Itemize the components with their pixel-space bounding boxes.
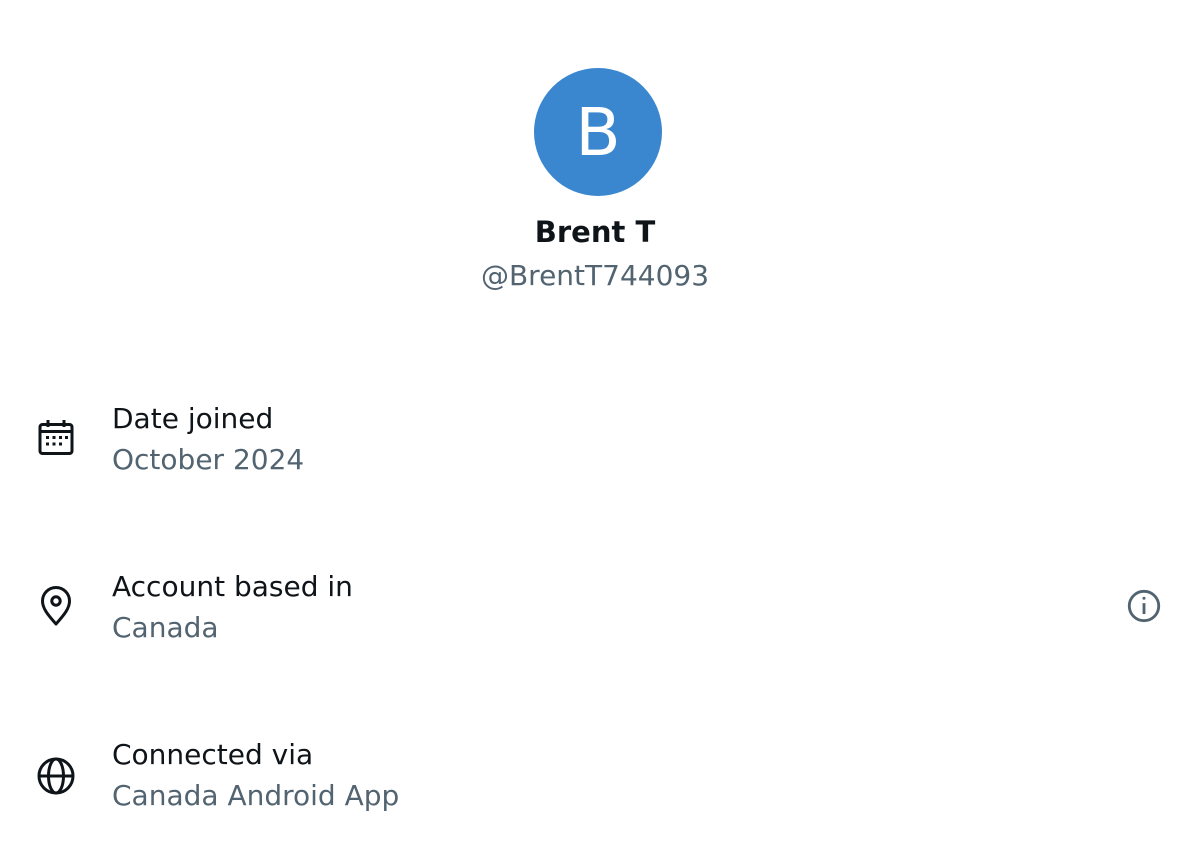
avatar-initial: B	[575, 94, 621, 171]
row-value: Canada Android App	[112, 779, 400, 812]
row-value: Canada	[112, 611, 219, 644]
globe-icon	[34, 754, 78, 798]
calendar-icon	[34, 416, 78, 460]
row-label: Connected via	[112, 738, 314, 771]
user-handle: @BrentT744093	[480, 259, 710, 292]
display-name: Brent T	[534, 215, 656, 249]
location-pin-icon	[34, 584, 78, 628]
row-label: Date joined	[112, 402, 274, 435]
info-row-connected-via: Connected via Canada Android App	[0, 732, 1190, 832]
row-label: Account based in	[112, 570, 353, 603]
row-value: October 2024	[112, 443, 305, 476]
avatar[interactable]: B	[534, 68, 662, 196]
info-row-date-joined: Date joined October 2024	[0, 396, 1190, 496]
info-row-account-based-in: Account based in Canada	[0, 564, 1190, 664]
info-icon[interactable]	[1124, 586, 1164, 626]
